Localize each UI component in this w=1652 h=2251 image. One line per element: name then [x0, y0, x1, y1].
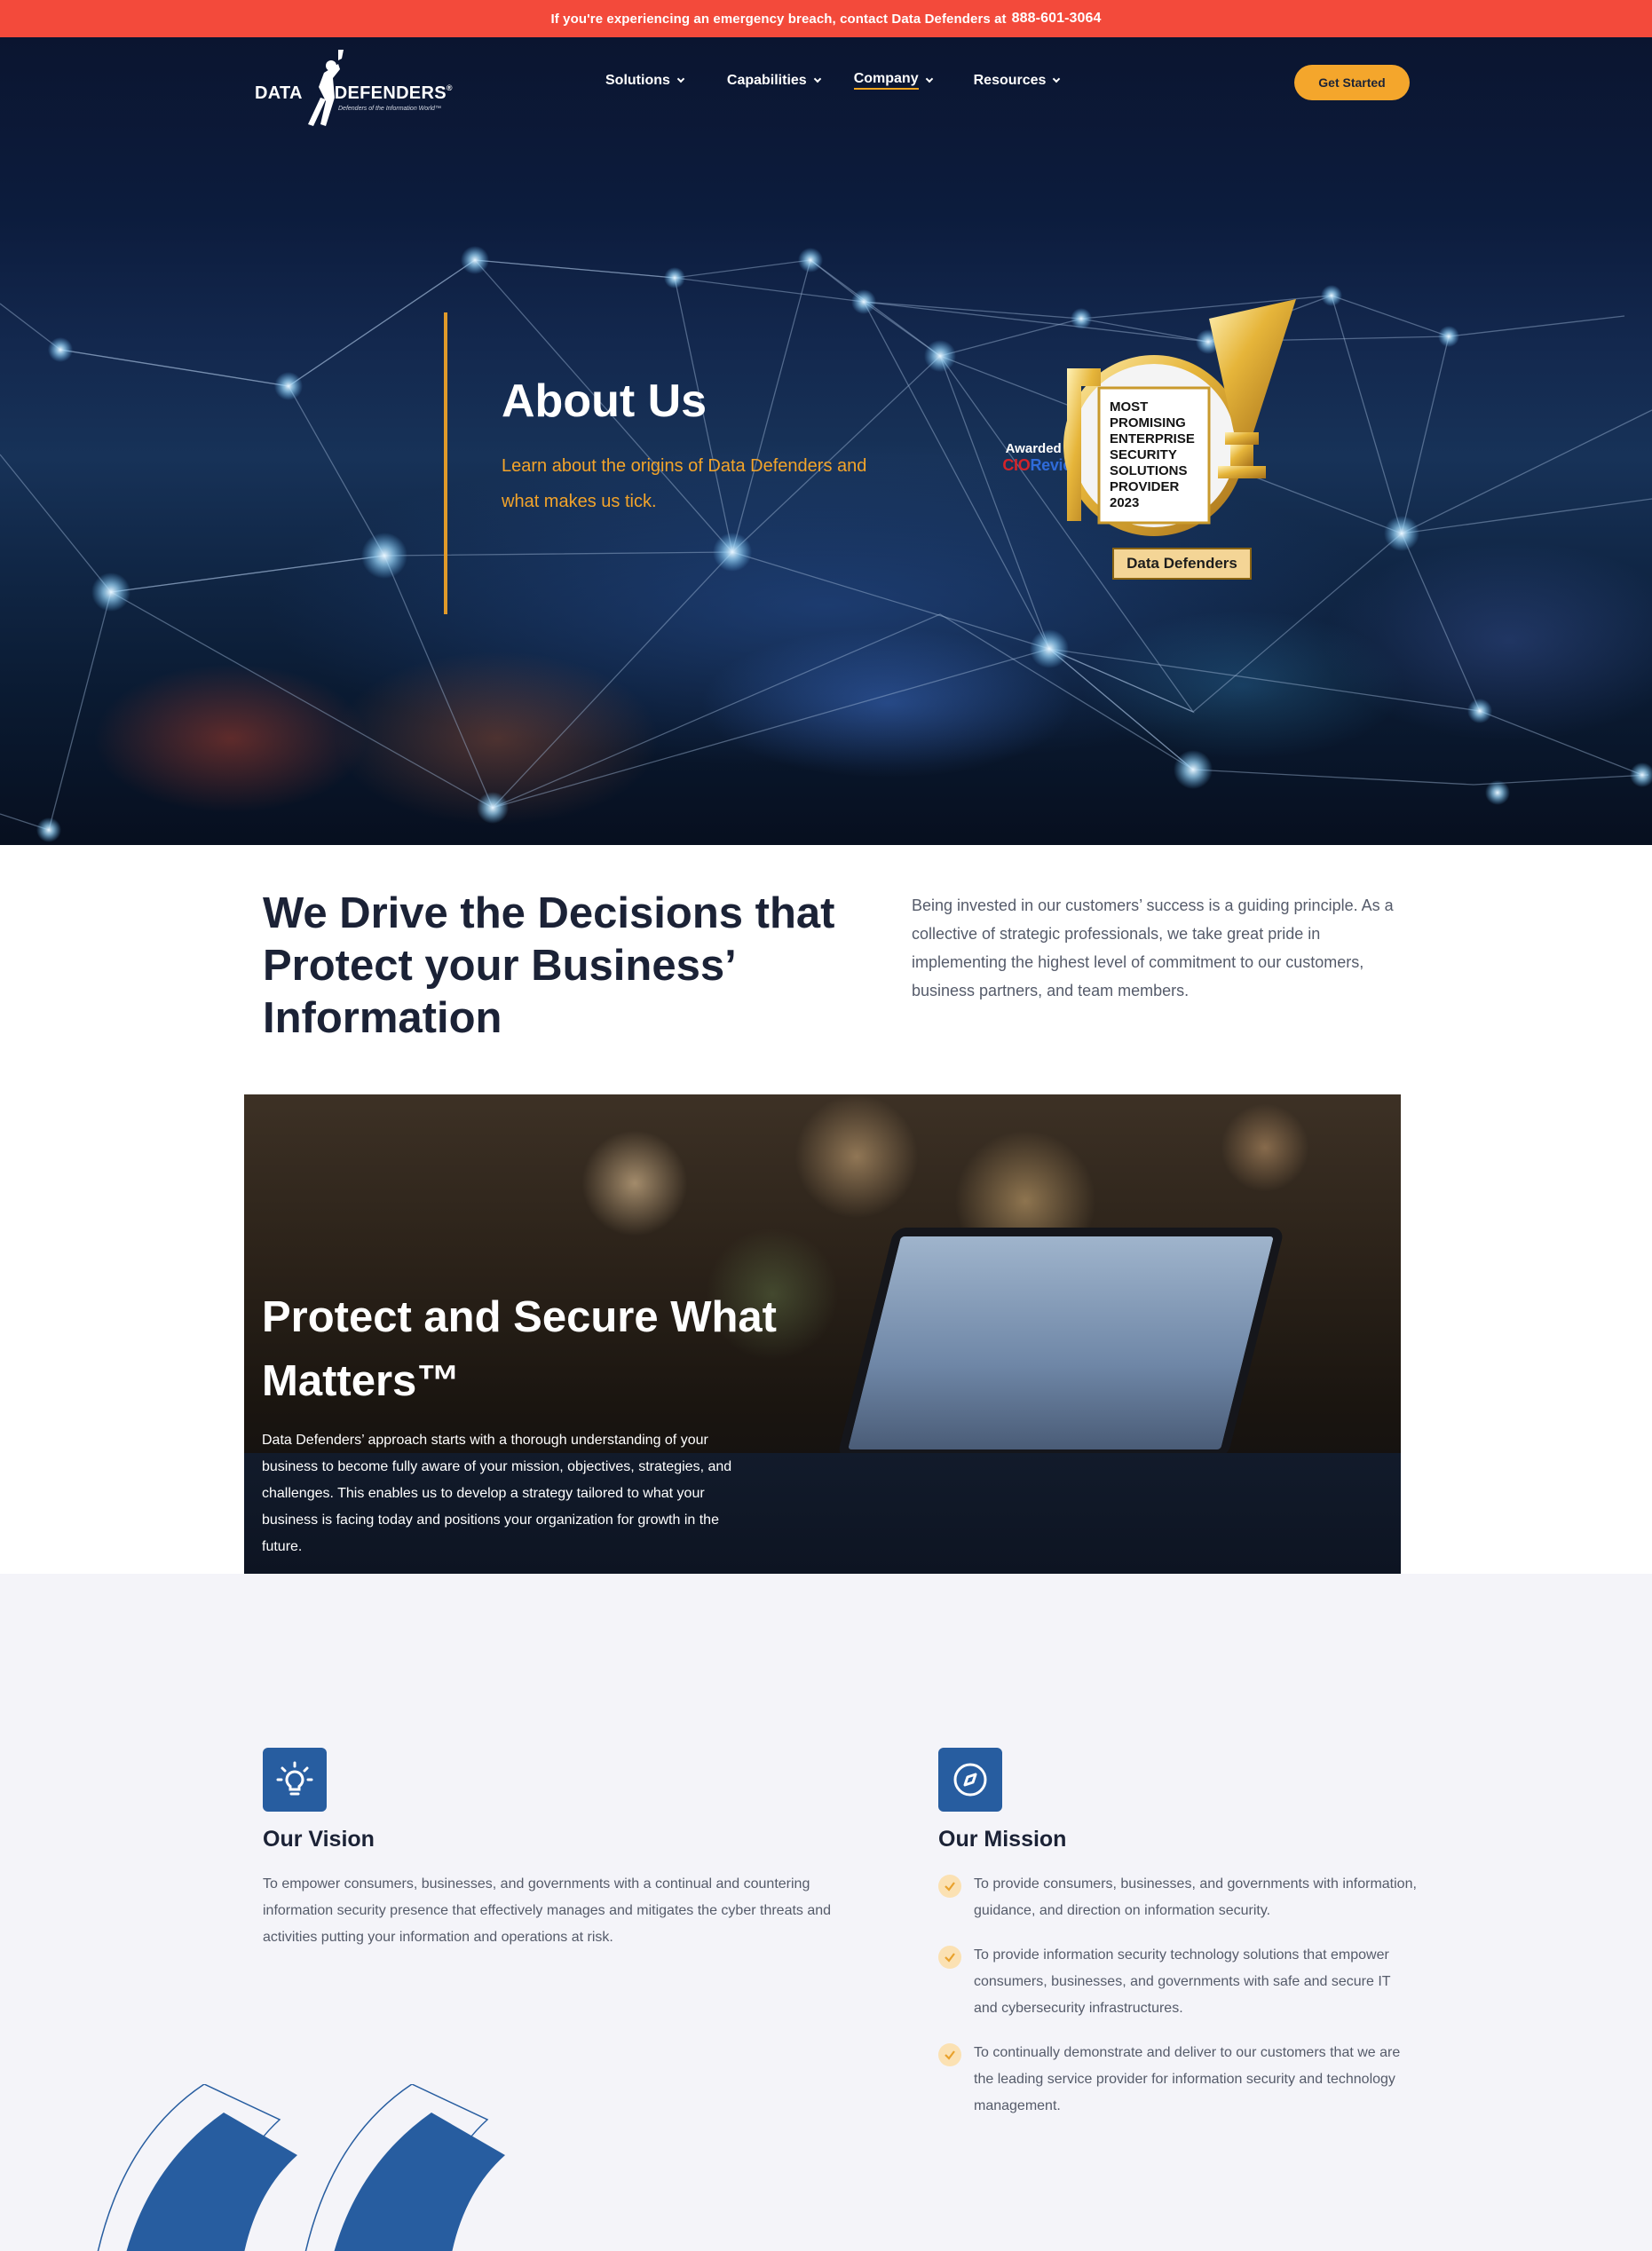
award-medal-text: MOST PROMISING ENTERPRISE SECURITY SOLUT…: [1110, 399, 1216, 511]
main-navigation: DATA DEFENDERS® Defenders of the Informat…: [0, 37, 1652, 126]
list-item: To provide consumers, businesses, and go…: [938, 1871, 1418, 1924]
nav-item-label: Resources: [973, 72, 1047, 88]
laptop-image: [836, 1228, 1285, 1458]
nav-item-solutions[interactable]: Solutions: [605, 71, 685, 90]
intro-text: Being invested in our customers’ success…: [912, 896, 1394, 999]
bokeh-light: [1221, 1103, 1309, 1192]
checkmark-icon: [938, 1946, 961, 1969]
award-plate: Data Defenders: [1112, 548, 1252, 580]
award-line: MOST: [1110, 399, 1149, 415]
logo-registered-mark: ®: [446, 83, 453, 92]
hero-subtitle: Learn about the origins of Data Defender…: [502, 456, 867, 511]
logo-wordmark: DATA DEFENDERS®: [255, 83, 453, 104]
chevron-down-icon: [1053, 75, 1061, 83]
mission-item-text: To provide consumers, businesses, and go…: [974, 1876, 1417, 1918]
protect-text: Data Defenders’ approach starts with a t…: [262, 1433, 732, 1554]
list-item: To provide information security technolo…: [938, 1942, 1418, 2022]
hero-section: About Us Learn about the origins of Data…: [0, 37, 1652, 845]
award-line: ENTERPRISE: [1110, 431, 1195, 446]
nav-item-label: Solutions: [605, 72, 670, 88]
logo-word-data: DATA: [255, 83, 303, 103]
vision-icon-box: [263, 1748, 327, 1812]
mission-item-text: To provide information security technolo…: [974, 1947, 1391, 2016]
award-badge: Awarded by CIOReview MOST PROMISING ENTE…: [968, 299, 1323, 592]
nav-item-label: Company: [853, 71, 919, 90]
lightbulb-icon: [276, 1761, 313, 1796]
compass-icon: [953, 1763, 987, 1797]
mission-icon-box: [938, 1748, 1002, 1812]
mission-item-text: To continually demonstrate and deliver t…: [974, 2045, 1401, 2113]
bokeh-light: [581, 1130, 688, 1236]
chevron-down-icon: [813, 75, 821, 83]
mission-title: Our Mission: [938, 1827, 1067, 1852]
protect-title: Protect and Secure What Matters™: [262, 1293, 777, 1405]
award-line: PROVIDER: [1110, 479, 1180, 494]
nav-item-resources[interactable]: Resources: [973, 71, 1061, 90]
vision-title: Our Vision: [263, 1827, 375, 1852]
protect-section: Protect and Secure What Matters™ Data De…: [244, 1094, 1401, 1574]
network-lines-background: [0, 246, 1652, 842]
emergency-alert-bar: If you're experiencing an emergency brea…: [0, 0, 1652, 37]
chevron-down-icon: [676, 75, 685, 83]
mission-list: To provide consumers, businesses, and go…: [938, 1871, 1418, 2137]
award-line: SOLUTIONS: [1110, 463, 1188, 478]
nav-menu: Solutions Capabilities Company Resources: [605, 71, 1061, 90]
get-started-button[interactable]: Get Started: [1294, 65, 1410, 100]
intro-heading: We Drive the Decisions that Protect your…: [263, 889, 835, 1042]
alert-text: If you're experiencing an emergency brea…: [550, 11, 1007, 27]
hero-accent-line: [444, 312, 447, 614]
logo-word-defenders: DEFENDERS: [334, 83, 447, 103]
nav-item-company[interactable]: Company: [853, 71, 933, 90]
nav-item-label: Capabilities: [726, 72, 807, 88]
checkmark-icon: [938, 2043, 961, 2066]
data-defenders-logo[interactable]: DATA DEFENDERS® Defenders of the Informat…: [253, 48, 457, 130]
bokeh-light: [794, 1094, 919, 1219]
vision-text: To empower consumers, businesses, and go…: [263, 1876, 832, 1945]
award-line: 2023: [1110, 495, 1140, 510]
page-title: About Us: [502, 375, 707, 427]
checkmark-icon: [938, 1875, 961, 1898]
award-line: PROMISING: [1110, 415, 1186, 430]
vision-mission-section: Our Vision To empower consumers, busines…: [0, 1574, 1652, 2251]
alert-phone-link[interactable]: 888-601-3064: [1012, 11, 1102, 27]
quote-mark-decoration-icon: [97, 2084, 505, 2251]
nav-item-capabilities[interactable]: Capabilities: [726, 71, 821, 90]
list-item: To continually demonstrate and deliver t…: [938, 2040, 1418, 2120]
chevron-down-icon: [925, 75, 933, 83]
logo-tagline: Defenders of the Information World™: [338, 106, 441, 112]
award-line: SECURITY: [1110, 447, 1177, 462]
